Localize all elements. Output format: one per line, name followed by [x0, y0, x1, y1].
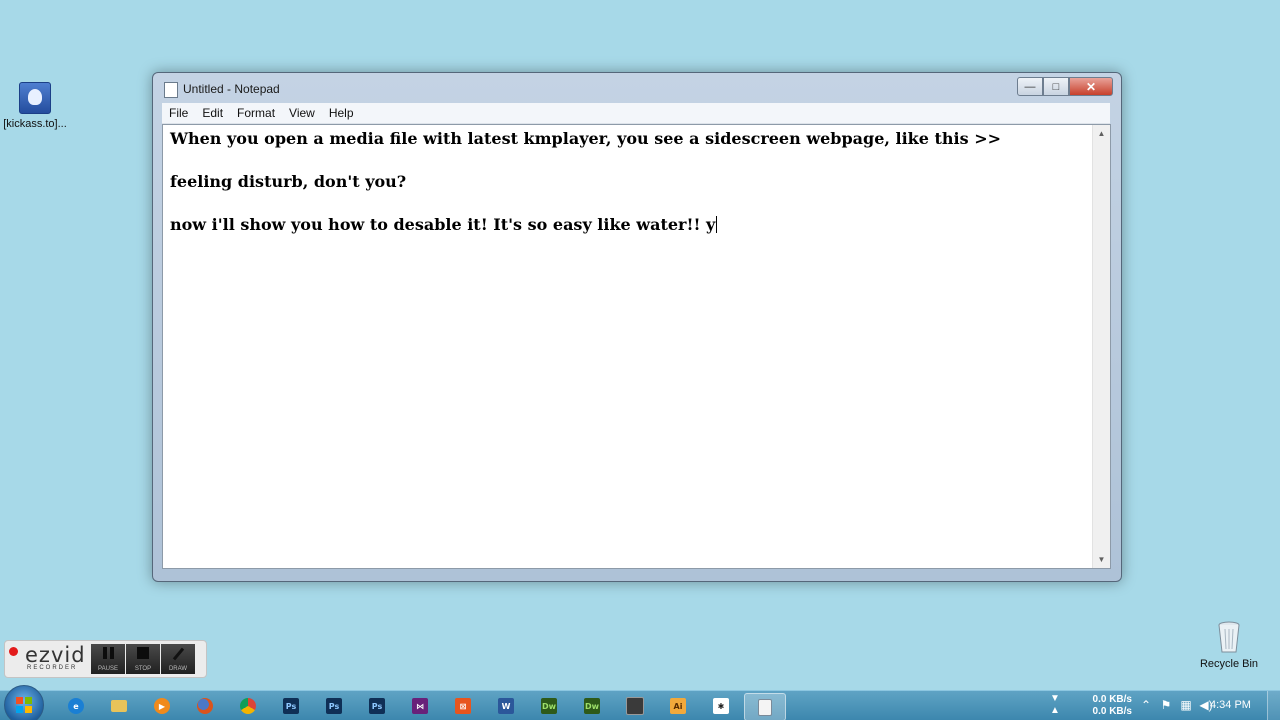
show-hidden-icons-arrow-icon[interactable]: ⌃ — [1136, 698, 1156, 712]
notepad-window[interactable]: Untitled - Notepad — □ ✕ File Edit Forma… — [152, 72, 1122, 582]
pause-label: PAUSE — [98, 666, 118, 672]
taskbar-photoshop-3[interactable]: Ps — [357, 693, 397, 719]
notepad-icon — [164, 82, 178, 98]
desktop-icon-label: [kickass.to]... — [3, 118, 67, 130]
action-center-flag-icon[interactable]: ⚑ — [1156, 698, 1176, 712]
ezvid-recorder: ezvid RECORDER PAUSE STOP DRAW — [4, 640, 207, 678]
windows-logo-icon — [16, 697, 32, 713]
taskbar-dreamweaver-2[interactable]: Dw — [572, 693, 612, 719]
window-controls: — □ ✕ — [1017, 77, 1113, 96]
dreamweaver-icon: Dw — [541, 698, 557, 714]
ezvid-controls: PAUSE STOP DRAW — [91, 644, 196, 674]
taskbar-windows-explorer[interactable] — [99, 693, 139, 719]
window-title: Untitled - Notepad — [183, 82, 280, 96]
taskbar-app-star[interactable]: ✱ — [701, 693, 741, 719]
text-line-3: now i'll show you how to desable it! It'… — [170, 214, 1088, 257]
taskbar-app-dark[interactable] — [615, 693, 655, 719]
desktop-icon-label: Recycle Bin — [1199, 658, 1259, 670]
vertical-scrollbar[interactable]: ▲ ▼ — [1092, 125, 1110, 568]
taskbar-dreamweaver-1[interactable]: Dw — [529, 693, 569, 719]
firefox-icon — [197, 698, 213, 714]
network-speed-arrows-icon: ▼ ▲ — [1050, 693, 1060, 716]
ezvid-subtitle: RECORDER — [27, 665, 78, 671]
ezvid-stop-button[interactable]: STOP — [126, 644, 160, 674]
menu-bar: File Edit Format View Help — [162, 103, 1110, 124]
taskbar-internet-explorer[interactable]: e — [56, 693, 96, 719]
media-player-icon: ▶ — [154, 698, 170, 714]
visual-studio-icon: ⋈ — [412, 698, 428, 714]
application-icon — [626, 697, 644, 715]
photoshop-icon: Ps — [369, 698, 385, 714]
draw-label: DRAW — [168, 666, 188, 672]
maximize-button[interactable]: □ — [1043, 77, 1069, 96]
scroll-up-arrow-icon[interactable]: ▲ — [1093, 125, 1110, 142]
network-speed-meter[interactable]: 0.0 KB/s 0.0 KB/s — [1086, 694, 1132, 718]
scroll-down-arrow-icon[interactable]: ▼ — [1093, 551, 1110, 568]
minimize-button[interactable]: — — [1017, 77, 1043, 96]
title-bar[interactable]: Untitled - Notepad — □ ✕ — [153, 73, 1121, 103]
tray-icons: ⌃ ⚑ ▦ ◀) — [1136, 698, 1216, 712]
notepad-icon — [758, 698, 772, 716]
illustrator-icon: Ai — [670, 698, 686, 714]
network-icon[interactable]: ▦ — [1176, 698, 1196, 712]
menu-help[interactable]: Help — [322, 103, 361, 123]
folder-icon — [111, 700, 127, 712]
taskbar-word[interactable]: W — [486, 693, 526, 719]
pencil-icon — [161, 647, 195, 664]
stop-icon — [126, 647, 160, 662]
system-clock[interactable]: 4:34 PM — [1210, 699, 1251, 711]
chrome-icon — [240, 698, 256, 714]
taskbar: e ▶ Ps Ps Ps ⋈ ⊠ W Dw Dw Ai ✱ ▼ ▲ 0.0 KB/… — [0, 685, 1280, 720]
start-button[interactable] — [4, 685, 44, 720]
word-icon: W — [498, 698, 514, 714]
document-text[interactable]: When you open a media file with latest k… — [170, 128, 1088, 568]
text-line-1: When you open a media file with latest k… — [170, 129, 1001, 148]
menu-edit[interactable]: Edit — [195, 103, 230, 123]
sparkle-icon: ✱ — [713, 698, 729, 714]
ezvid-logo: ezvid — [25, 643, 86, 667]
stop-label: STOP — [134, 666, 152, 672]
desktop-icon-kickass[interactable]: [kickass.to]... — [0, 82, 72, 130]
menu-format[interactable]: Format — [230, 103, 282, 123]
taskbar-firefox[interactable] — [185, 693, 225, 719]
text-line-3-content: now i'll show you how to desable it! It'… — [170, 215, 716, 234]
taskbar-media-player[interactable]: ▶ — [142, 693, 182, 719]
ezvid-draw-button[interactable]: DRAW — [161, 644, 195, 674]
internet-explorer-icon: e — [68, 698, 84, 714]
taskbar-apps: e ▶ Ps Ps Ps ⋈ ⊠ W Dw Dw Ai ✱ — [56, 693, 789, 720]
taskbar-illustrator[interactable]: Ai — [658, 693, 698, 719]
taskbar-photoshop-1[interactable]: Ps — [271, 693, 311, 719]
download-speed: 0.0 KB/s — [1092, 694, 1132, 705]
menu-file[interactable]: File — [162, 103, 195, 123]
ezvid-pause-button[interactable]: PAUSE — [91, 644, 125, 674]
recycle-bin-icon — [1216, 620, 1242, 654]
taskbar-xampp[interactable]: ⊠ — [443, 693, 483, 719]
text-line-2: feeling disturb, don't you? — [170, 172, 407, 191]
taskbar-chrome[interactable] — [228, 693, 268, 719]
menu-view[interactable]: View — [282, 103, 322, 123]
system-tray: ▼ ▲ 0.0 KB/s 0.0 KB/s ⌃ ⚑ ▦ ◀) 4:34 PM — [1048, 691, 1280, 720]
upload-speed: 0.0 KB/s — [1092, 706, 1132, 717]
kickass-file-icon — [19, 82, 51, 114]
text-caret — [716, 216, 718, 233]
show-desktop-button[interactable] — [1267, 691, 1280, 720]
dreamweaver-icon: Dw — [584, 698, 600, 714]
photoshop-icon: Ps — [283, 698, 299, 714]
pause-icon — [91, 647, 125, 662]
xampp-icon: ⊠ — [455, 698, 471, 714]
recording-indicator-icon — [9, 647, 18, 656]
desktop-icon-recycle-bin[interactable]: Recycle Bin — [1192, 620, 1266, 670]
photoshop-icon: Ps — [326, 698, 342, 714]
taskbar-visual-studio[interactable]: ⋈ — [400, 693, 440, 719]
taskbar-notepad[interactable] — [744, 693, 786, 720]
close-button[interactable]: ✕ — [1069, 77, 1113, 96]
text-editor[interactable]: When you open a media file with latest k… — [162, 124, 1111, 569]
taskbar-photoshop-2[interactable]: Ps — [314, 693, 354, 719]
